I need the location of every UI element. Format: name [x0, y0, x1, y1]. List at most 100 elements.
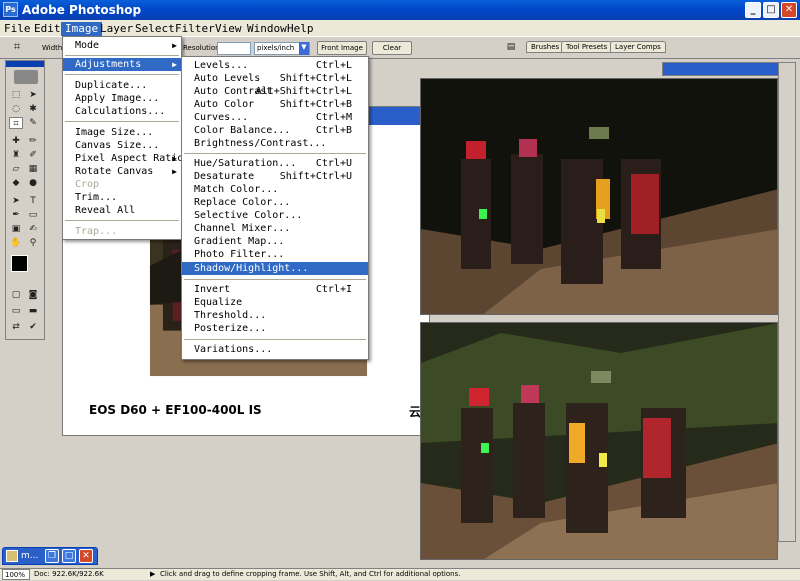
marquee-tool-icon[interactable]: ⬚	[9, 89, 23, 101]
arrow-right-icon[interactable]: ▶	[150, 569, 155, 580]
menu-item-pixel-aspect-ratio[interactable]: Pixel Aspect Ratio ▶	[63, 152, 184, 165]
history-brush-tool-icon[interactable]: ✐	[26, 149, 40, 161]
dodge-tool-icon[interactable]: ●	[26, 177, 40, 189]
imageready-icon[interactable]: ✔	[26, 321, 40, 333]
menu-item-hue-saturation[interactable]: Hue/Saturation... Ctrl+U	[182, 157, 368, 170]
photo-caption: EOS D60 + EF100-400L IS	[89, 403, 262, 417]
close-button[interactable]: ✕	[781, 2, 797, 18]
menu-item-adjustments[interactable]: Adjustments ▶	[63, 58, 181, 71]
slice-tool-icon[interactable]: ✎	[26, 117, 40, 129]
menu-item-image-size[interactable]: Image Size...	[63, 126, 181, 139]
tab-brushes[interactable]: Brushes	[526, 41, 565, 53]
menu-view[interactable]: View	[211, 22, 246, 36]
menu-separator	[65, 220, 179, 221]
menu-item-auto-levels[interactable]: Auto Levels Shift+Ctrl+L	[182, 72, 368, 85]
resolution-unit-select[interactable]: pixels/inch ▼	[254, 42, 310, 55]
photo-window-bottom[interactable]	[420, 322, 778, 560]
menu-item-channel-mixer[interactable]: Channel Mixer...	[182, 222, 368, 235]
hand-tool-icon[interactable]: ✋	[9, 237, 23, 249]
jump-to-imageready-icon[interactable]: ⇄	[9, 321, 23, 333]
restore-button[interactable]: ❐	[45, 549, 59, 563]
screen-mode-standard-icon[interactable]: ▭	[9, 305, 23, 317]
maximize-button[interactable]: □	[763, 2, 779, 18]
menu-separator	[65, 74, 179, 75]
menu-item-calculations[interactable]: Calculations...	[63, 105, 181, 118]
menu-item-threshold[interactable]: Threshold...	[182, 309, 368, 322]
brush-tool-icon[interactable]: ✏	[26, 135, 40, 147]
menu-item-auto-contrast[interactable]: Auto Contrast Alt+Shift+Ctrl+L	[182, 85, 368, 98]
menu-item-pixel-aspect-ratio-label: Pixel Aspect Ratio	[75, 153, 184, 164]
zoom-tool-icon[interactable]: ⚲	[26, 237, 40, 249]
standard-mode-icon[interactable]: ▢	[9, 289, 23, 301]
tab-layer-comps[interactable]: Layer Comps	[610, 41, 666, 53]
type-tool-icon[interactable]: T	[26, 195, 40, 207]
move-tool-icon[interactable]: ➤	[26, 89, 40, 101]
magic-wand-tool-icon[interactable]: ✱	[26, 103, 40, 115]
navigator-palette-header[interactable]	[662, 62, 782, 76]
close-document-button[interactable]: ✕	[79, 549, 93, 563]
width-label: Width	[42, 44, 63, 52]
menu-item-shadow-highlight[interactable]: Shadow/Highlight...	[182, 262, 368, 275]
lasso-tool-icon[interactable]: ◌	[9, 103, 23, 115]
clone-stamp-tool-icon[interactable]: ♜	[9, 149, 23, 161]
menu-item-variations[interactable]: Variations...	[182, 343, 368, 356]
notes-tool-icon[interactable]: ▣	[9, 223, 23, 235]
menu-item-color-balance[interactable]: Color Balance... Ctrl+B	[182, 124, 368, 137]
photo-window-top[interactable]	[420, 78, 778, 315]
photo-bottom-image	[421, 323, 777, 559]
auto-color-shortcut: Shift+Ctrl+B	[279, 99, 352, 110]
menu-item-apply-image[interactable]: Apply Image...	[63, 92, 181, 105]
menu-item-duplicate[interactable]: Duplicate...	[63, 79, 181, 92]
healing-brush-tool-icon[interactable]: ✚	[9, 135, 23, 147]
menu-item-replace-color[interactable]: Replace Color...	[182, 196, 368, 209]
blur-tool-icon[interactable]: ◆	[9, 177, 23, 189]
auto-levels-label: Auto Levels	[194, 73, 261, 84]
menu-item-match-color[interactable]: Match Color...	[182, 183, 368, 196]
crop-tool-icon[interactable]: ⌗	[9, 117, 23, 129]
resolution-input[interactable]	[217, 42, 251, 55]
menu-separator	[184, 153, 366, 154]
menu-item-posterize[interactable]: Posterize...	[182, 322, 368, 335]
menu-item-photo-filter[interactable]: Photo Filter...	[182, 248, 368, 261]
menu-item-brightness-contrast[interactable]: Brightness/Contrast...	[182, 137, 368, 150]
shape-tool-icon[interactable]: ▭	[26, 209, 40, 221]
menu-item-selective-color[interactable]: Selective Color...	[182, 209, 368, 222]
eyedropper-tool-icon[interactable]: ✍	[26, 223, 40, 235]
menu-separator	[65, 55, 179, 56]
path-selection-tool-icon[interactable]: ➤	[9, 195, 23, 207]
levels-label: Levels...	[194, 60, 249, 71]
menu-item-mode[interactable]: Mode ▶	[63, 39, 181, 52]
menu-item-invert[interactable]: Invert Ctrl+I	[182, 283, 368, 296]
gradient-tool-icon[interactable]: ▦	[26, 163, 40, 175]
menu-item-trim[interactable]: Trim...	[63, 191, 181, 204]
quick-mask-mode-icon[interactable]: ◙	[26, 289, 40, 301]
toolbox-header[interactable]	[6, 61, 44, 67]
document-icon	[6, 550, 18, 562]
menu-item-desaturate[interactable]: Desaturate Shift+Ctrl+U	[182, 170, 368, 183]
zoom-field[interactable]: 100%	[2, 569, 30, 580]
menu-edit[interactable]: Edit	[30, 22, 65, 36]
menu-item-levels[interactable]: Levels... Ctrl+L	[182, 59, 368, 72]
minimize-button[interactable]: _	[745, 2, 761, 18]
menu-item-gradient-map[interactable]: Gradient Map...	[182, 235, 368, 248]
maximize-document-button[interactable]: □	[62, 549, 76, 563]
clear-button[interactable]: Clear	[372, 41, 412, 55]
menu-item-reveal-all[interactable]: Reveal All	[63, 204, 181, 217]
front-image-button[interactable]: Front Image	[317, 41, 367, 55]
minimized-document-window[interactable]: m... ❐ □ ✕	[2, 547, 98, 565]
foreground-color-swatch[interactable]	[11, 255, 28, 272]
crop-tool-icon[interactable]: ⌗	[10, 41, 24, 53]
menu-item-rotate-canvas[interactable]: Rotate Canvas ▶	[63, 165, 181, 178]
menu-item-auto-color[interactable]: Auto Color Shift+Ctrl+B	[182, 98, 368, 111]
menu-help[interactable]: Help	[283, 22, 318, 36]
eraser-tool-icon[interactable]: ▱	[9, 163, 23, 175]
submenu-arrow-icon: ▶	[172, 60, 177, 69]
menu-item-rotate-canvas-label: Rotate Canvas	[75, 166, 154, 177]
menu-item-canvas-size[interactable]: Canvas Size...	[63, 139, 181, 152]
pen-tool-icon[interactable]: ✒	[9, 209, 23, 221]
menu-item-curves[interactable]: Curves... Ctrl+M	[182, 111, 368, 124]
menu-item-equalize[interactable]: Equalize	[182, 296, 368, 309]
tab-tool-presets[interactable]: Tool Presets	[561, 41, 613, 53]
toolbox: ⬚ ➤ ◌ ✱ ⌗ ✎ ✚ ✏ ♜ ✐ ▱ ▦ ◆ ● ➤ T ✒ ▭ ▣ ✍ …	[5, 60, 45, 340]
screen-mode-full-icon[interactable]: ▬	[26, 305, 40, 317]
